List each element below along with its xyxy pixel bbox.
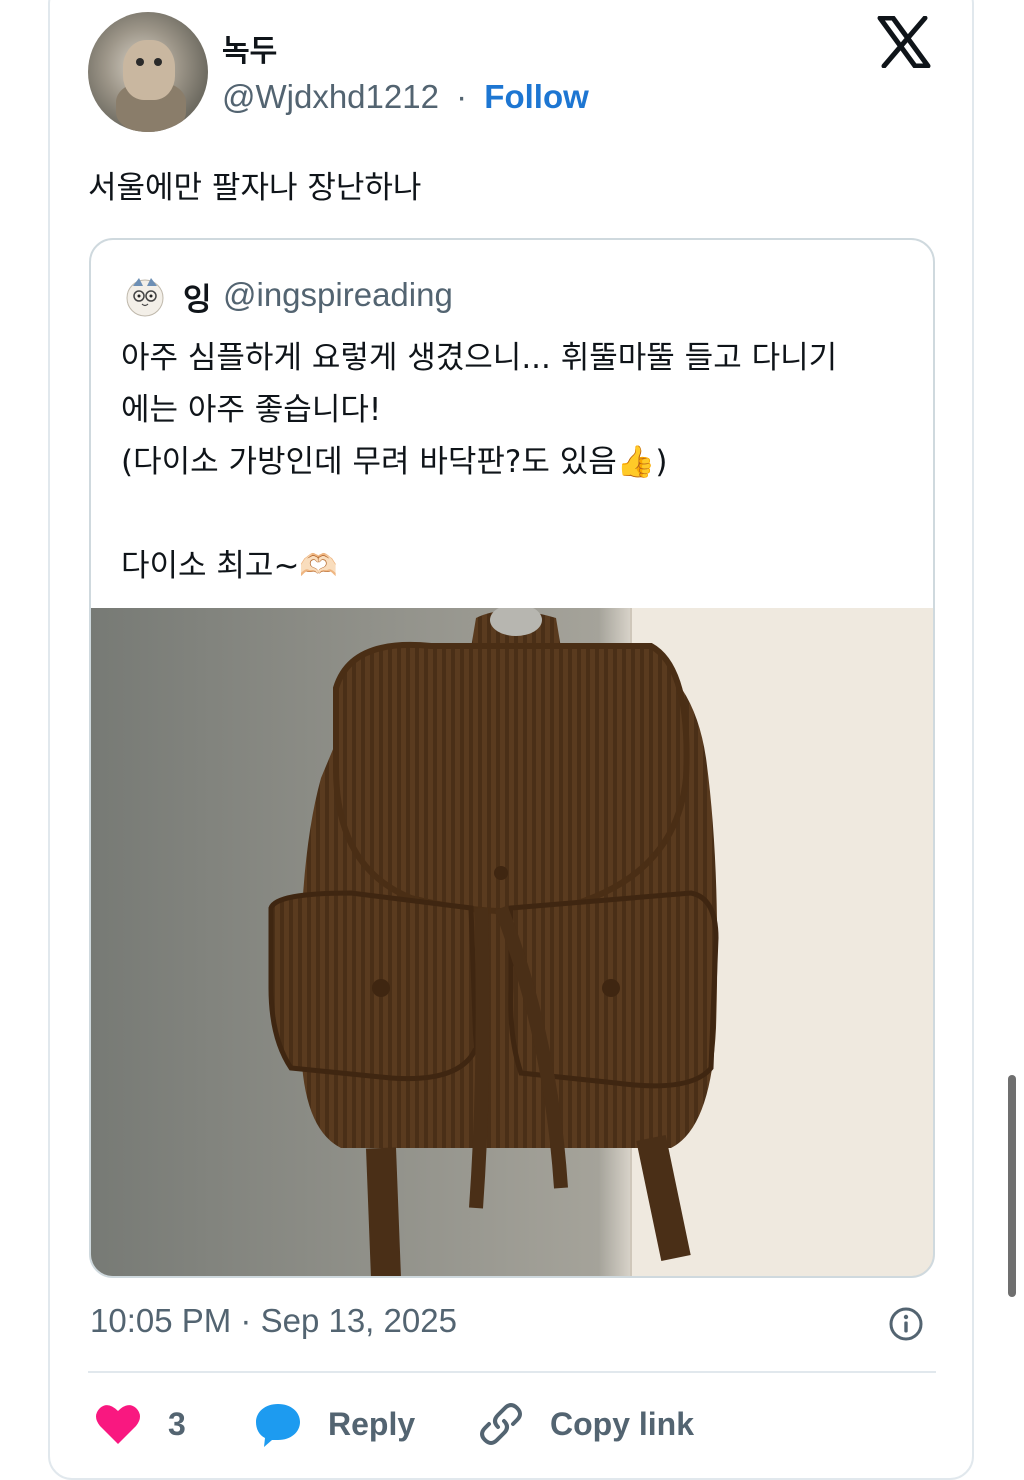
scrollbar[interactable] <box>1008 1075 1016 1297</box>
divider <box>88 1371 936 1373</box>
copy-link-label: Copy link <box>550 1405 695 1442</box>
quoted-tweet[interactable]: 잉 @ingspireading 아주 심플하게 요렇게 생겼으니... 휘뚤마… <box>89 238 935 1278</box>
quoted-author-handle[interactable]: @ingspireading <box>223 276 453 314</box>
link-icon <box>480 1403 522 1445</box>
info-icon[interactable] <box>888 1306 924 1342</box>
follow-button[interactable]: Follow <box>484 78 588 115</box>
brown-corduroy-backpack-photo <box>91 608 933 1276</box>
heart-icon <box>96 1405 140 1444</box>
author-handle[interactable]: @Wjdxhd1212 <box>222 78 439 115</box>
speech-bubble-icon <box>256 1404 300 1447</box>
like-count: 3 <box>168 1405 186 1442</box>
copy-link-button[interactable]: Copy link <box>478 1398 694 1450</box>
quoted-author-name[interactable]: 잉 <box>183 274 212 319</box>
reply-label: Reply <box>328 1405 416 1442</box>
tweet-text: 서울에만 팔자나 장난하나 <box>88 170 422 206</box>
author-handle-row: @Wjdxhd1212 · Follow <box>222 78 589 116</box>
reply-button[interactable]: Reply <box>254 1398 415 1450</box>
author-name[interactable]: 녹두 <box>222 26 277 70</box>
separator-dot: · <box>456 78 468 115</box>
quoted-tweet-text: 아주 심플하게 요렇게 생겼으니... 휘뚤마뚤 들고 다니기 에는 아주 좋습… <box>121 340 838 584</box>
x-logo-icon[interactable] <box>876 16 932 68</box>
backpack-photo[interactable] <box>91 608 933 1276</box>
tweet-timestamp[interactable]: 10:05 PM · Sep 13, 2025 <box>90 1302 457 1340</box>
author-avatar[interactable] <box>88 12 208 132</box>
like-button[interactable]: 3 <box>94 1398 186 1450</box>
quoted-author-avatar[interactable] <box>123 274 167 318</box>
